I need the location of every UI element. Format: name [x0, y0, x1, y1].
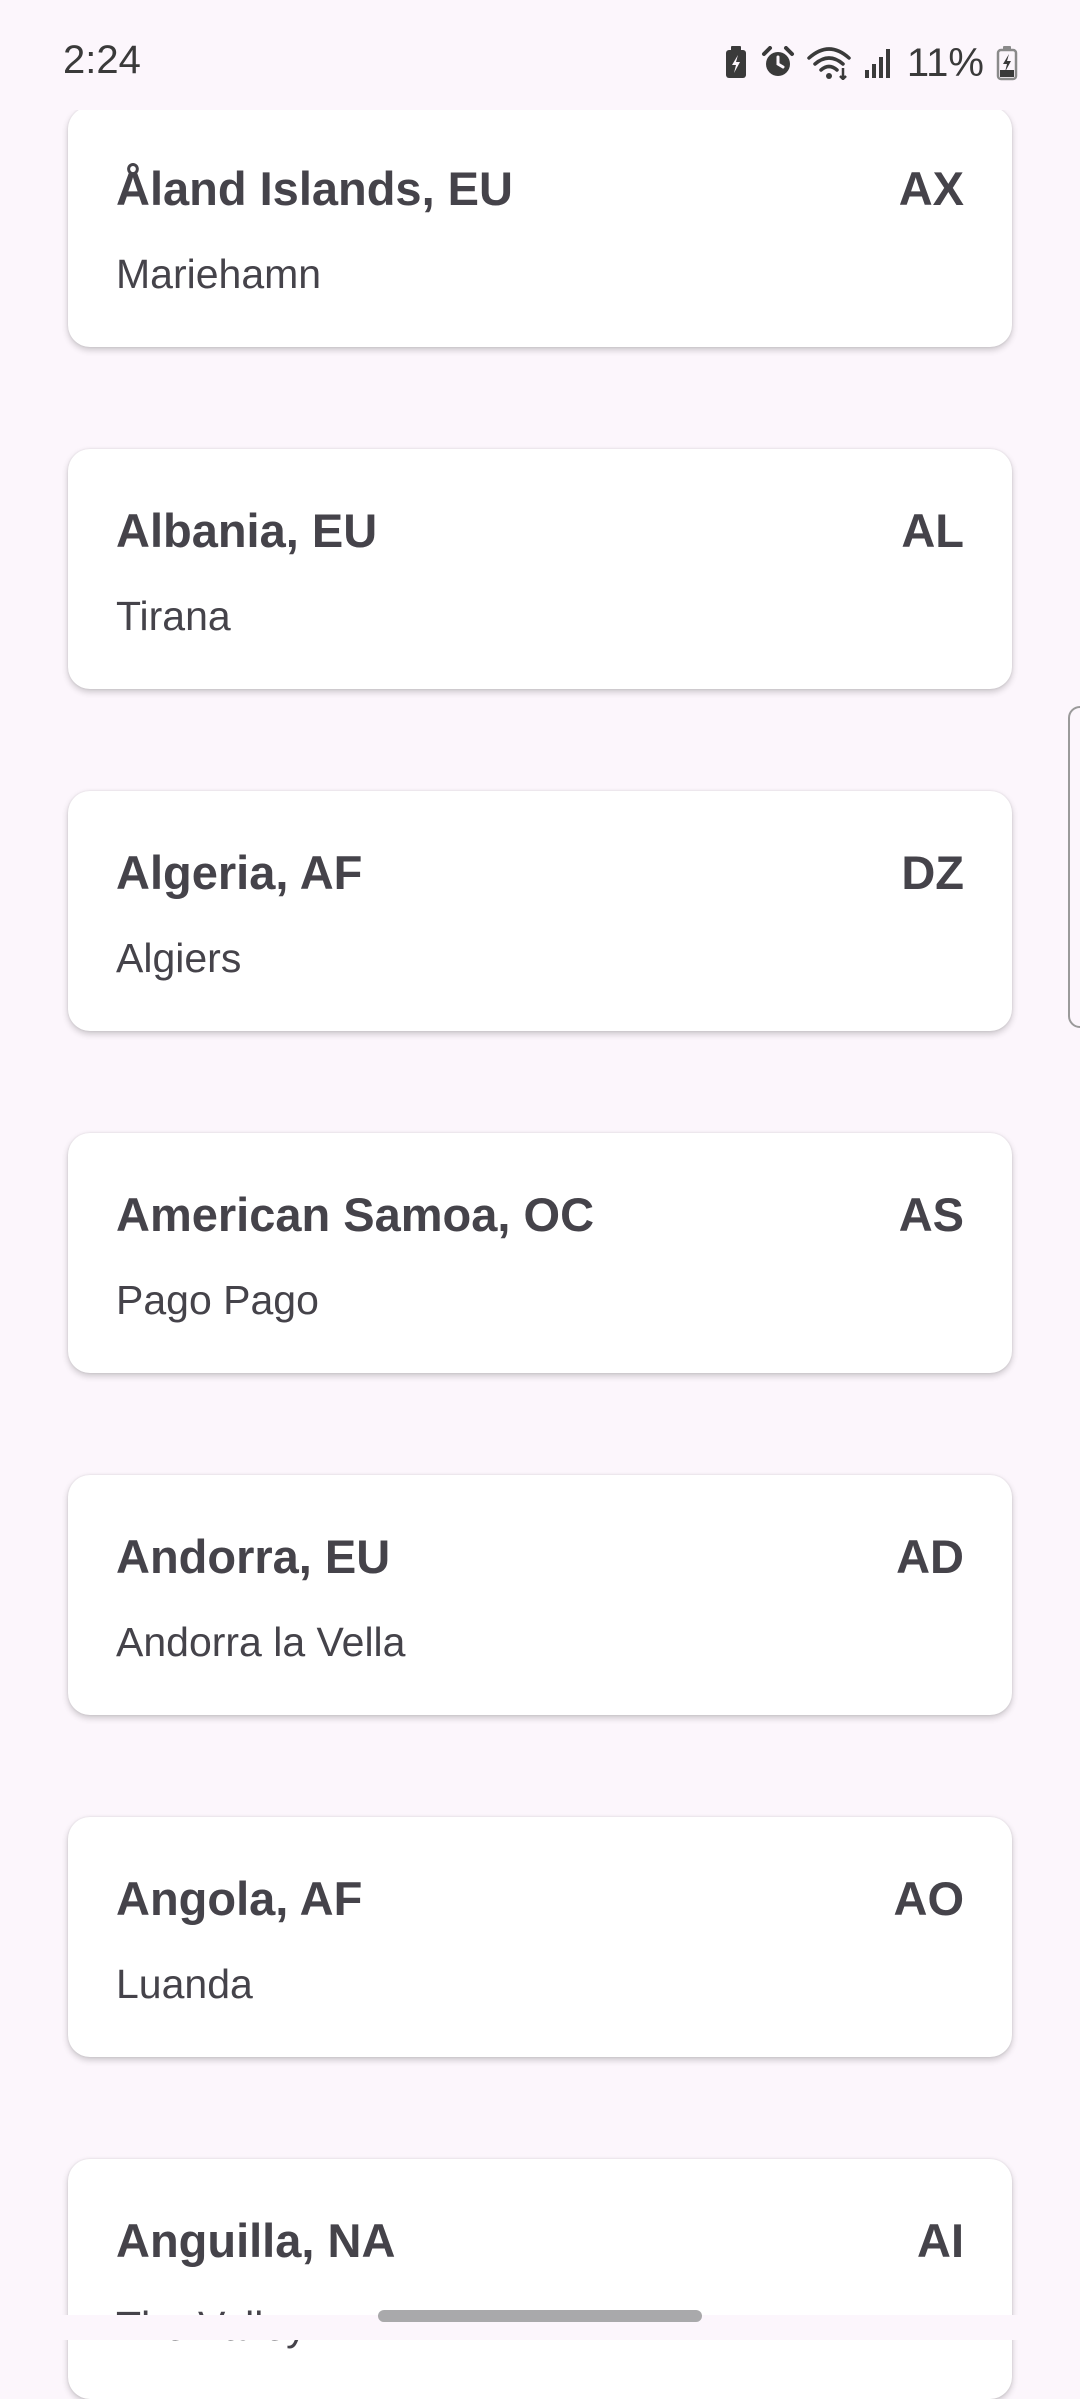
country-card-angola[interactable]: Angola, AF AO Luanda [68, 1817, 1012, 2057]
country-code: AX [898, 162, 964, 215]
country-code: DZ [901, 846, 964, 899]
country-name: Algeria, AF [116, 846, 363, 899]
status-icons: 11% [723, 38, 1018, 88]
country-capital: Andorra la Vella [116, 1619, 406, 1665]
country-code: AO [893, 1872, 965, 1925]
country-name: American Samoa, OC [116, 1188, 595, 1241]
edge-panel-handle[interactable] [1068, 706, 1080, 1028]
status-bar: 2:24 11% [0, 0, 1080, 110]
country-capital: Algiers [116, 935, 242, 981]
country-card-aland-islands[interactable]: Åland Islands, EU AX Mariehamn [68, 107, 1012, 347]
country-capital: Luanda [116, 1961, 253, 2007]
country-name: Albania, EU [116, 504, 378, 557]
home-indicator[interactable] [378, 2310, 702, 2322]
country-capital: Tirana [116, 593, 231, 639]
country-code: AD [896, 1530, 964, 1583]
country-code: AL [901, 504, 964, 557]
country-card-algeria[interactable]: Algeria, AF DZ Algiers [68, 791, 1012, 1031]
country-card-american-samoa[interactable]: American Samoa, OC AS Pago Pago [68, 1133, 1012, 1373]
alarm-icon [761, 46, 795, 80]
country-card-andorra[interactable]: Andorra, EU AD Andorra la Vella [68, 1475, 1012, 1715]
battery-charging-icon [996, 45, 1018, 81]
country-code: AI [917, 2214, 964, 2267]
country-code: AS [898, 1188, 964, 1241]
country-capital: Mariehamn [116, 251, 322, 297]
battery-saver-icon [723, 46, 749, 80]
country-card-anguilla[interactable]: Anguilla, NA AI The Valley [68, 2159, 1012, 2399]
country-name: Angola, AF [116, 1872, 363, 1925]
country-capital: Pago Pago [116, 1277, 319, 1323]
wifi-icon [807, 46, 851, 80]
country-card-albania[interactable]: Albania, EU AL Tirana [68, 449, 1012, 689]
country-name: Åland Islands, EU [116, 162, 513, 215]
battery-percent: 11% [906, 40, 984, 85]
country-name: Anguilla, NA [116, 2214, 396, 2267]
signal-icon [863, 46, 895, 80]
status-time: 2:24 [63, 38, 141, 82]
country-name: Andorra, EU [116, 1530, 391, 1583]
